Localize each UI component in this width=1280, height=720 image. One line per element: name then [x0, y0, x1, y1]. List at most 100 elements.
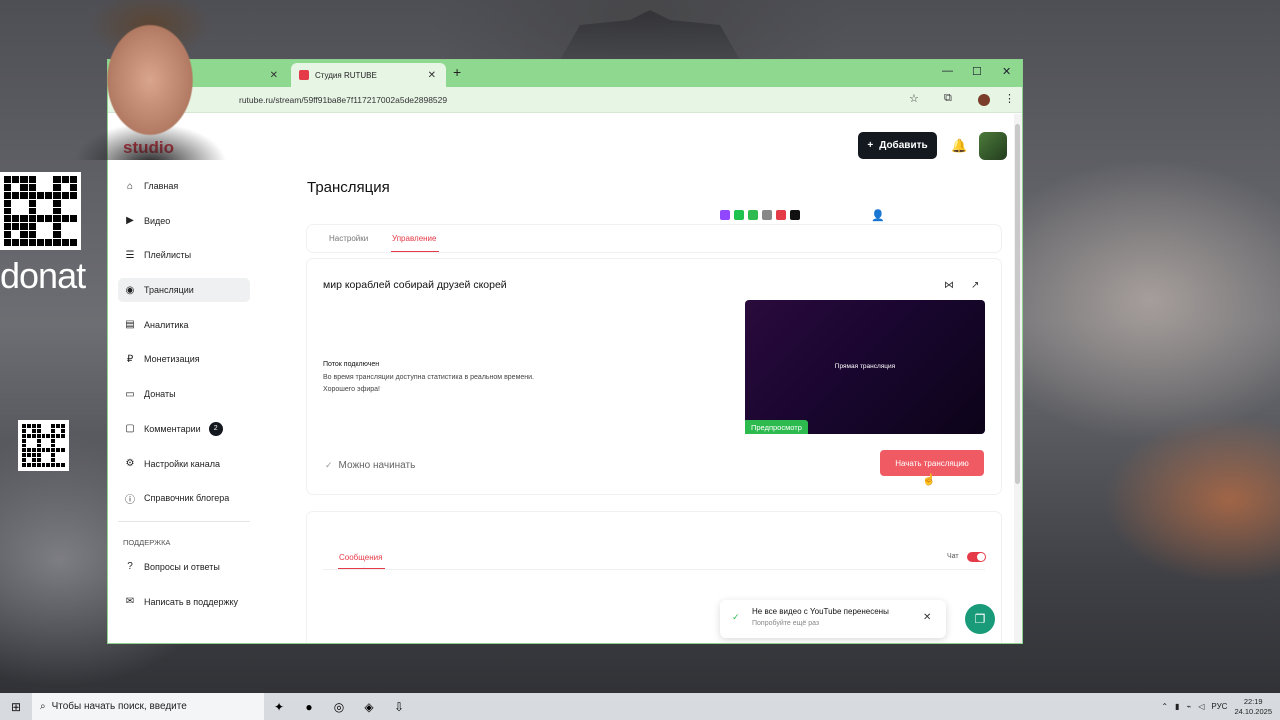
kick-icon[interactable] — [734, 210, 744, 220]
qr-module — [22, 453, 26, 458]
menu-dots-icon[interactable]: ⋮ — [1004, 92, 1015, 105]
chat-toggle[interactable] — [967, 552, 986, 562]
qr-module — [61, 458, 65, 463]
qr-module — [46, 424, 51, 428]
close-tab-icon[interactable]: ✕ — [270, 70, 278, 81]
preview-badge: Предпросмотр — [745, 420, 808, 434]
app-icon[interactable]: ● — [294, 693, 324, 720]
qr-module — [45, 223, 53, 231]
rutube-icon[interactable] — [790, 210, 800, 220]
sidebar-item-monetization[interactable]: ₽ Монетизация — [118, 347, 250, 371]
browser-tab-active[interactable]: Студия RUTUBE ✕ — [291, 63, 446, 87]
qr-module — [4, 207, 12, 215]
new-tab-button[interactable]: + — [453, 64, 461, 80]
goodgame-icon[interactable] — [762, 210, 772, 220]
qr-module — [45, 176, 53, 183]
sidebar-item-video[interactable]: ▶ Видео — [118, 209, 250, 233]
taskbar-search[interactable]: ⌕ Чтобы начать поиск, введите — [32, 693, 264, 720]
tab-settings[interactable]: Настройки — [329, 234, 368, 243]
bookmark-star-icon[interactable]: ☆ — [909, 92, 919, 105]
qr-module — [36, 223, 45, 231]
sidebar-item-analytics[interactable]: ▤ Аналитика — [118, 313, 250, 337]
close-window-icon[interactable]: ✕ — [1002, 65, 1011, 78]
chevron-up-icon[interactable]: ⌃ — [1161, 702, 1168, 711]
windows-start-icon[interactable]: ⊞ — [0, 700, 32, 714]
share-icon[interactable]: ⋈ — [944, 280, 954, 291]
sidebar-item-faq[interactable]: ? Вопросы и ответы — [118, 555, 250, 579]
profile-avatar-icon[interactable] — [978, 94, 990, 106]
toast-subtitle[interactable]: Попробуйте ещё раз — [752, 620, 819, 627]
info-icon: ⓘ — [125, 494, 135, 506]
volume-icon[interactable]: ◁ — [1198, 702, 1204, 711]
qr-module — [45, 199, 53, 207]
support-chat-button[interactable]: ❐ — [965, 604, 995, 634]
check-icon: ✓ — [325, 460, 333, 470]
close-tab-icon[interactable]: ✕ — [428, 70, 436, 81]
vk-icon[interactable] — [776, 210, 786, 220]
vk-play-icon[interactable] — [748, 210, 758, 220]
qr-module — [28, 239, 36, 246]
qr-module — [56, 428, 61, 433]
tab-messages[interactable]: Сообщения — [339, 553, 382, 562]
qr-module — [61, 223, 69, 231]
qr-module — [45, 183, 53, 191]
close-toast-icon[interactable]: ✕ — [923, 612, 931, 623]
user-avatar[interactable] — [979, 132, 1007, 160]
qr-module — [12, 207, 20, 215]
qr-module — [31, 433, 36, 438]
qr-module — [36, 463, 41, 467]
qr-module — [20, 176, 28, 183]
sidebar-item-comments[interactable]: ▢ Комментарии 2 — [118, 417, 250, 441]
home-icon: ⌂ — [126, 180, 134, 192]
maximize-icon[interactable]: ☐ — [972, 65, 982, 78]
sidebar-item-home[interactable]: ⌂ Главная — [118, 174, 250, 198]
scrollbar-thumb[interactable] — [1015, 124, 1020, 484]
network-icon[interactable]: ⌁ — [1186, 702, 1191, 711]
clock[interactable]: 22:19 24.10.2025 — [1234, 697, 1272, 717]
qr-module — [61, 176, 69, 183]
donate-icon: ▭ — [125, 388, 135, 400]
qr-module — [45, 191, 53, 199]
language-indicator[interactable]: РУС — [1211, 702, 1227, 711]
address-bar[interactable]: rutube.ru/stream/59ff91ba8e7f117217002a5… — [233, 90, 973, 110]
qr-module — [61, 448, 65, 453]
twitch-icon[interactable] — [720, 210, 730, 220]
person-icon[interactable]: 👤 — [871, 209, 885, 222]
qr-module — [31, 438, 36, 443]
comments-count-badge: 2 — [208, 421, 223, 436]
chrome-icon[interactable]: ◎ — [324, 693, 354, 720]
sidebar-item-channel-settings[interactable]: ⚙ Настройки канала — [118, 452, 250, 476]
sidebar-item-blogger-guide[interactable]: ⓘ Справочник блогера — [118, 486, 250, 510]
external-link-icon[interactable]: ↗ — [971, 280, 979, 291]
qr-code-large — [0, 172, 81, 250]
sidebar-item-contact-support[interactable]: ✉ Написать в поддержку — [118, 590, 250, 614]
sidebar-item-broadcasts[interactable]: ◉ Трансляции — [118, 278, 250, 303]
qr-module — [26, 424, 31, 428]
usb-icon[interactable]: ▮ — [1175, 702, 1179, 711]
extensions-icon[interactable]: ⧉ — [944, 92, 952, 105]
discord-icon[interactable]: ◈ — [354, 693, 384, 720]
page-scrollbar[interactable] — [1014, 114, 1022, 643]
sparkle-icon[interactable]: ✦ — [264, 693, 294, 720]
qr-module — [26, 453, 31, 458]
windows-taskbar: ⊞ ⌕ Чтобы начать поиск, введите ✦ ● ◎ ◈ … — [0, 693, 1280, 720]
add-button[interactable]: + Добавить — [858, 132, 937, 159]
sidebar-item-donations[interactable]: ▭ Донаты — [118, 382, 250, 406]
chat-divider — [323, 569, 985, 570]
qr-module — [46, 448, 51, 453]
sidebar-item-playlists[interactable]: ☰ Плейлисты — [118, 243, 250, 267]
qr-module — [4, 239, 12, 246]
stream-preview[interactable]: Прямая трансляция Предпросмотр — [745, 300, 985, 434]
qr-module — [41, 443, 46, 448]
tab-control[interactable]: Управление — [392, 234, 436, 243]
qr-module — [45, 239, 53, 246]
minimize-icon[interactable]: — — [942, 65, 953, 77]
qr-module — [28, 183, 36, 191]
qr-module — [28, 176, 36, 183]
qr-module — [22, 463, 26, 467]
download-app-icon[interactable]: ⇩ — [384, 693, 414, 720]
qr-module — [12, 199, 20, 207]
qr-module — [56, 443, 61, 448]
clock-time: 22:19 — [1243, 696, 1263, 706]
bell-icon[interactable]: 🔔 — [951, 138, 967, 154]
